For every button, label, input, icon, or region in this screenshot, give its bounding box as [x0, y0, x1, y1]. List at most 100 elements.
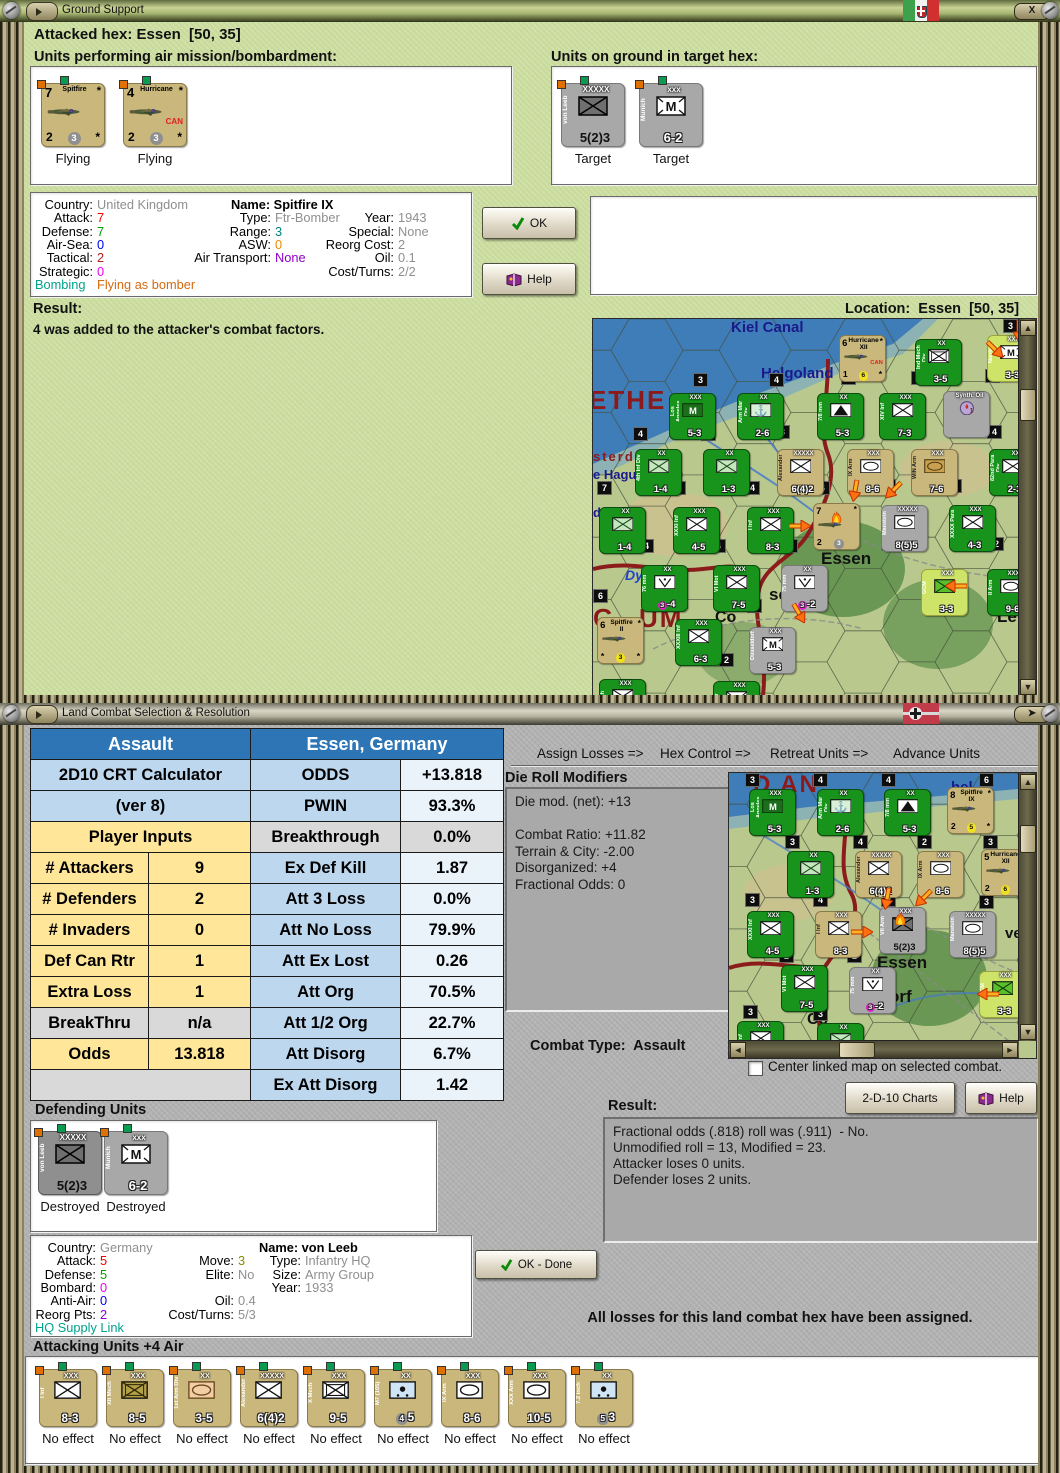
- infl-symbol: [799, 860, 822, 876]
- ground-unit-counter[interactable]: XX: [817, 1023, 864, 1041]
- scroll-down-icon[interactable]: ▼: [1020, 679, 1036, 695]
- scroll-up-icon[interactable]: ▲: [1020, 774, 1036, 790]
- scroll-left-icon[interactable]: ◄: [730, 1042, 746, 1058]
- ground-unit-counter[interactable]: Arm Mar Div XX ⚓ 2-6: [737, 393, 784, 440]
- ground-unit-counter[interactable]: XIV Inf XXX 7-3: [879, 393, 926, 440]
- air-unit-counter[interactable]: 7 * Spitfire 2 * 3 Flying: [37, 76, 105, 166]
- ground-unit-counter[interactable]: Synth. Oil 1: [943, 391, 990, 438]
- counter-value: 45: [381, 1411, 429, 1426]
- ground-unit-counter[interactable]: XX 1-4: [599, 507, 646, 554]
- scroll-down-icon[interactable]: ▼: [1020, 1024, 1036, 1040]
- ground-unit-counter[interactable]: 7/8 mm XX 5-3: [817, 393, 864, 440]
- crt-cell: Att 1/2 Org: [251, 1008, 401, 1039]
- ground-unit-counter[interactable]: I Inf XXX: [737, 1021, 784, 1041]
- ground-unit-counter[interactable]: 1st Arm Div XX 3-5 No effect: [169, 1362, 231, 1446]
- air-unit-counter[interactable]: 6 * Hurricane XII CAN 1 * 6: [839, 335, 886, 382]
- scroll-thumb[interactable]: [1020, 389, 1036, 421]
- map-land-combat[interactable]: D ANhelEssenseldorfCove3446342334232233L…: [728, 772, 1037, 1059]
- ground-unit-counter[interactable]: Munich xxx M 6-2 Destroyed: [100, 1124, 168, 1214]
- ground-unit-counter[interactable]: XXXI Inf XXX 4-5: [673, 507, 720, 554]
- menu-advance-units[interactable]: Advance Units: [893, 746, 980, 761]
- ground-unit-counter[interactable]: XII Mech XXX 8-5 No effect: [102, 1362, 164, 1446]
- crt-cell: 22.7%: [401, 1008, 504, 1039]
- ground-unit-counter[interactable]: XXXIII Inf XXX 6-3: [675, 619, 722, 666]
- ground-unit-counter[interactable]: XXX Arm XXX 10-5 No effect: [504, 1362, 566, 1446]
- ground-support-titlebar[interactable]: Ground Support X: [0, 0, 1060, 22]
- ground-unit-counter[interactable]: XX 1-3: [703, 449, 750, 496]
- menu-retreat-units[interactable]: Retreat Units =>: [770, 746, 868, 761]
- ground-unit-counter[interactable]: GarrXXXM: [713, 681, 760, 695]
- counter-status-label: Flying: [137, 151, 173, 166]
- ground-unit-counter[interactable]: 4th Inf Div XX 1-4: [635, 449, 682, 496]
- ok-done-button[interactable]: OK - Done: [475, 1250, 597, 1279]
- ground-unit-counter[interactable]: 7/8 mm XX 5-3: [884, 789, 931, 836]
- ground-unit-counter[interactable]: XX 1-3: [787, 851, 834, 898]
- ok-button[interactable]: OK: [482, 207, 576, 239]
- charts-button[interactable]: 2-D-10 Charts: [845, 1082, 955, 1114]
- ground-unit-counter[interactable]: Munich xxx M 6-2 Target: [635, 76, 703, 166]
- ground-unit-counter[interactable]: Manstein XXXXX 8(5)5: [881, 505, 928, 552]
- ground-unit-counter[interactable]: VI Mot XXX 7-5: [781, 965, 828, 1012]
- ground-unit-counter[interactable]: Alexander XXXXX 6(4)2: [777, 449, 824, 496]
- ground-unit-counter[interactable]: Arm Mar Div XX ⚓ 2-6: [817, 789, 864, 836]
- counter-value: 6-2: [663, 130, 683, 145]
- ground-unit-counter[interactable]: MechXXX: [599, 679, 646, 695]
- ground-unit-counter[interactable]: Alexander XXXXX 6(4)2 No effect: [236, 1362, 298, 1446]
- inf-symbol: [685, 516, 708, 532]
- ground-unit-counter[interactable]: Manstein XXXXX 8(5)5: [949, 911, 996, 958]
- ground-unit-counter[interactable]: I Inf XXX 8-3: [747, 507, 794, 554]
- help-button[interactable]: Help: [965, 1082, 1037, 1114]
- center-map-checkbox[interactable]: [748, 1061, 763, 1076]
- ground-unit-counter[interactable]: I Inf XXX 8-3 No effect: [35, 1362, 97, 1446]
- counter-size: XX: [621, 508, 630, 515]
- air-unit-counter[interactable]: 5*HurricaneXII 2*6: [981, 849, 1019, 896]
- ground-unit-counter[interactable]: XXXI Inf XXX 4-5: [747, 911, 794, 958]
- crt-cell: PWIN: [251, 791, 401, 822]
- map-vertical-scrollbar[interactable]: ▲ ▼: [1018, 773, 1036, 1041]
- ground-unit-counter[interactable]: von Leeb XXXXX 5(2)3 Target: [557, 76, 625, 166]
- vbox-symbol: [793, 574, 816, 590]
- ground-unit-counter[interactable]: 76 mm XX 3 -4: [641, 565, 688, 612]
- air-unit-counter[interactable]: 6 * Spitfire II * * 3: [597, 617, 644, 664]
- land-combat-titlebar[interactable]: Land Combat Selection & Resolution ➤: [0, 703, 1060, 725]
- ground-unit-counter[interactable]: M7 (105) XX 4 5 No effect: [370, 1362, 432, 1446]
- ground-unit-counter[interactable]: XXXX Para XXX 4-3: [949, 505, 996, 552]
- counter-size: xxx: [667, 85, 681, 94]
- ground-unit-counter[interactable]: II Arm XXX 9-6: [987, 569, 1019, 616]
- ground-unit-counter[interactable]: VII Arm XXX 5(2)3: [879, 907, 926, 954]
- ground-unit-counter[interactable]: VI Mot XXX 7-5: [713, 565, 760, 612]
- ground-unit-counter[interactable]: X Mech XXX 9-5 No effect: [303, 1362, 365, 1446]
- scroll-right-icon[interactable]: ►: [1002, 1042, 1018, 1058]
- ground-unit-counter[interactable]: von Leeb XXXXX 5(2)3 Destroyed: [34, 1124, 102, 1214]
- scroll-thumb[interactable]: [1020, 825, 1036, 853]
- scroll-thumb[interactable]: [839, 1042, 875, 1058]
- menu-hex-control[interactable]: Hex Control =>: [660, 746, 751, 761]
- ground-unit-counter[interactable]: WIN Arm XXX 7-6: [911, 449, 958, 496]
- window-tab-icon[interactable]: [26, 2, 58, 21]
- ground-unit-counter[interactable]: 75 mm XX 3 -2: [849, 967, 896, 1014]
- map-vertical-scrollbar[interactable]: ▲ ▼: [1018, 319, 1036, 695]
- air-unit-counter[interactable]: 4 * Hurricane CAN 2 * 3 Flying: [119, 76, 187, 166]
- ground-unit-counter[interactable]: 7.2 inch XX 5 3 No effect: [571, 1362, 633, 1446]
- ground-unit-counter[interactable]: Los Angeles XXX M 5-3: [749, 789, 796, 836]
- window-tab-icon[interactable]: [26, 705, 58, 724]
- ground-unit-counter[interactable]: 82nd Para DivXX2-3: [989, 449, 1019, 496]
- map-viewport[interactable]: D ANhelEssenseldorfCove3446342334232233L…: [729, 773, 1019, 1041]
- ground-unit-counter[interactable]: Los Angeles XXX M 5-3: [669, 393, 716, 440]
- scroll-up-icon[interactable]: ▲: [1020, 320, 1036, 336]
- map-ground-support[interactable]: Kiel CanalHelgolandETHEsterdae Hagudasel…: [592, 318, 1037, 695]
- counter-size: xxx: [132, 1133, 146, 1142]
- ground-unit-counter[interactable]: Düsseldorf XXX M 5-3: [749, 627, 796, 674]
- ground-unit-counter[interactable]: Ind Mech Div XX 3-5: [915, 339, 962, 386]
- menu-assign-losses[interactable]: Assign Losses =>: [537, 746, 644, 761]
- ground-unit-counter[interactable]: 75 mm XX 3 -2: [781, 565, 828, 612]
- air-unit-counter[interactable]: 8 * Spitfire IX 2 * 5: [947, 787, 994, 834]
- map-viewport[interactable]: Kiel CanalHelgolandETHEsterdae Hagudasel…: [593, 319, 1019, 695]
- air-range: 7: [45, 85, 53, 100]
- hex-coordinate-badge: 4: [769, 373, 784, 387]
- counter-value: 8-3: [765, 541, 780, 553]
- help-button[interactable]: Help: [482, 263, 576, 295]
- map-horizontal-scrollbar[interactable]: ◄ ►: [729, 1040, 1019, 1058]
- ground-unit-counter[interactable]: IX Arm XXX 8-6 No effect: [437, 1362, 499, 1446]
- air-unit-counter[interactable]: 7 * 2 3: [813, 503, 860, 550]
